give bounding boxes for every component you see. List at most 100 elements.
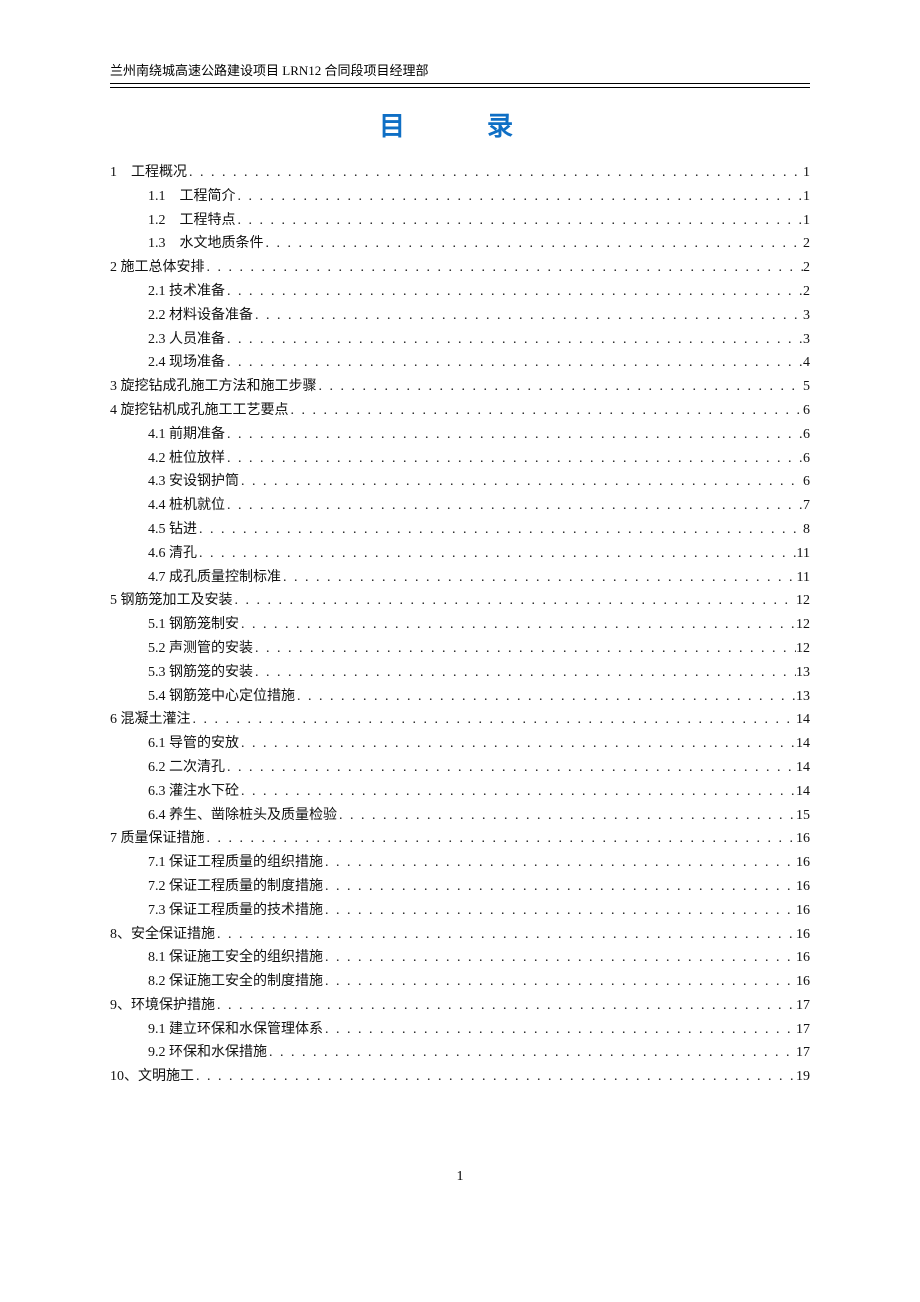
toc-entry: 2.4 现场准备 . . . . . . . . . . . . . . . .…: [110, 351, 810, 375]
toc-entry-page: 2: [803, 256, 810, 280]
toc-entry-page: 12: [796, 589, 810, 613]
toc-entry-page: 3: [803, 328, 810, 352]
toc-leader-dots: . . . . . . . . . . . . . . . . . . . . …: [194, 1065, 796, 1089]
toc-entry-page: 6: [803, 470, 810, 494]
toc-entry-label: 4.5 钻进: [148, 518, 197, 542]
toc-entry-page: 12: [796, 613, 810, 637]
toc-entry-label: 4.4 桩机就位: [148, 494, 225, 518]
toc-entry-label: 10、文明施工: [110, 1065, 194, 1089]
toc-entry-label: 4.2 桩位放样: [148, 447, 225, 471]
toc-leader-dots: . . . . . . . . . . . . . . . . . . . . …: [205, 827, 797, 851]
toc-entry: 8、安全保证措施 . . . . . . . . . . . . . . . .…: [110, 923, 810, 947]
toc-entry: 2.3 人员准备 . . . . . . . . . . . . . . . .…: [110, 328, 810, 352]
running-header: 兰州南绕城高速公路建设项目 LRN12 合同段项目经理部: [110, 60, 810, 79]
toc-entry: 6.3 灌注水下砼 . . . . . . . . . . . . . . . …: [110, 780, 810, 804]
toc-leader-dots: . . . . . . . . . . . . . . . . . . . . …: [253, 661, 796, 685]
toc-entry-label: 4.1 前期准备: [148, 423, 225, 447]
toc-entry-page: 17: [796, 994, 810, 1018]
toc-leader-dots: . . . . . . . . . . . . . . . . . . . . …: [337, 804, 796, 828]
toc-entry-page: 17: [796, 1041, 810, 1065]
toc-entry: 5.1 钢筋笼制安 . . . . . . . . . . . . . . . …: [110, 613, 810, 637]
toc-entry: 6.2 二次清孔 . . . . . . . . . . . . . . . .…: [110, 756, 810, 780]
toc-leader-dots: . . . . . . . . . . . . . . . . . . . . …: [225, 280, 803, 304]
toc-leader-dots: . . . . . . . . . . . . . . . . . . . . …: [267, 1041, 796, 1065]
toc-entry: 4.5 钻进 . . . . . . . . . . . . . . . . .…: [110, 518, 810, 542]
toc-entry-page: 14: [796, 756, 810, 780]
toc-entry-label: 6.1 导管的安放: [148, 732, 239, 756]
toc-entry-page: 16: [796, 875, 810, 899]
toc-entry-page: 16: [796, 946, 810, 970]
toc-entry-label: 2.3 人员准备: [148, 328, 225, 352]
toc-entry: 8.2 保证施工安全的制度措施 . . . . . . . . . . . . …: [110, 970, 810, 994]
toc-entry: 7.1 保证工程质量的组织措施 . . . . . . . . . . . . …: [110, 851, 810, 875]
toc-entry: 5.3 钢筋笼的安装 . . . . . . . . . . . . . . .…: [110, 661, 810, 685]
toc-entry-label: 4.3 安设钢护筒: [148, 470, 239, 494]
toc-entry-page: 3: [803, 304, 810, 328]
toc-entry-label: 1 工程概况: [110, 161, 187, 185]
toc-entry: 7.3 保证工程质量的技术措施 . . . . . . . . . . . . …: [110, 899, 810, 923]
toc-entry-page: 1: [803, 209, 810, 233]
toc-leader-dots: . . . . . . . . . . . . . . . . . . . . …: [253, 637, 796, 661]
toc-entry-label: 4.7 成孔质量控制标准: [148, 566, 281, 590]
toc-entry-page: 16: [796, 970, 810, 994]
toc-entry: 8.1 保证施工安全的组织措施 . . . . . . . . . . . . …: [110, 946, 810, 970]
toc-entry-page: 15: [796, 804, 810, 828]
toc-entry-page: 1: [803, 185, 810, 209]
toc-leader-dots: . . . . . . . . . . . . . . . . . . . . …: [295, 685, 796, 709]
toc-entry: 4.1 前期准备 . . . . . . . . . . . . . . . .…: [110, 423, 810, 447]
toc-entry: 6.1 导管的安放 . . . . . . . . . . . . . . . …: [110, 732, 810, 756]
toc-leader-dots: . . . . . . . . . . . . . . . . . . . . …: [239, 732, 796, 756]
toc-entry: 4.2 桩位放样 . . . . . . . . . . . . . . . .…: [110, 447, 810, 471]
toc-entry-page: 13: [796, 661, 810, 685]
header-rule: [110, 83, 810, 88]
toc-entry: 4 旋挖钻机成孔施工工艺要点 . . . . . . . . . . . . .…: [110, 399, 810, 423]
toc-entry: 6.4 养生、凿除桩头及质量检验 . . . . . . . . . . . .…: [110, 804, 810, 828]
toc-entry-label: 7.1 保证工程质量的组织措施: [148, 851, 323, 875]
toc-entry: 5 钢筋笼加工及安装 . . . . . . . . . . . . . . .…: [110, 589, 810, 613]
toc-entry-label: 9.1 建立环保和水保管理体系: [148, 1018, 323, 1042]
toc-entry-label: 4.6 清孔: [148, 542, 197, 566]
toc-leader-dots: . . . . . . . . . . . . . . . . . . . . …: [317, 375, 804, 399]
toc-entry-label: 7.2 保证工程质量的制度措施: [148, 875, 323, 899]
toc-entry-page: 14: [796, 732, 810, 756]
toc-entry-label: 2 施工总体安排: [110, 256, 205, 280]
toc-entry-page: 11: [797, 566, 810, 590]
toc-entry: 9.1 建立环保和水保管理体系 . . . . . . . . . . . . …: [110, 1018, 810, 1042]
toc-entry: 10、文明施工 . . . . . . . . . . . . . . . . …: [110, 1065, 810, 1089]
toc-entry-label: 2.1 技术准备: [148, 280, 225, 304]
toc-leader-dots: . . . . . . . . . . . . . . . . . . . . …: [289, 399, 804, 423]
toc-entry-page: 2: [803, 280, 810, 304]
toc-entry: 2.1 技术准备 . . . . . . . . . . . . . . . .…: [110, 280, 810, 304]
toc-entry: 9、环境保护措施 . . . . . . . . . . . . . . . .…: [110, 994, 810, 1018]
toc-entry-page: 19: [796, 1065, 810, 1089]
toc-entry-page: 17: [796, 1018, 810, 1042]
toc-entry-label: 9、环境保护措施: [110, 994, 215, 1018]
toc-entry-label: 6 混凝土灌注: [110, 708, 191, 732]
toc-leader-dots: . . . . . . . . . . . . . . . . . . . . …: [281, 566, 797, 590]
toc-leader-dots: . . . . . . . . . . . . . . . . . . . . …: [236, 209, 804, 233]
toc-entry: 1.2 工程特点 . . . . . . . . . . . . . . . .…: [110, 209, 810, 233]
toc-leader-dots: . . . . . . . . . . . . . . . . . . . . …: [323, 899, 796, 923]
toc-entry-page: 12: [796, 637, 810, 661]
toc-title: 目 录: [110, 106, 810, 143]
toc-entry-label: 5.4 钢筋笼中心定位措施: [148, 685, 295, 709]
toc-entry: 1 工程概况 . . . . . . . . . . . . . . . . .…: [110, 161, 810, 185]
toc-entry: 4.4 桩机就位 . . . . . . . . . . . . . . . .…: [110, 494, 810, 518]
toc-leader-dots: . . . . . . . . . . . . . . . . . . . . …: [323, 970, 796, 994]
toc-entry-page: 1: [803, 161, 810, 185]
toc-entry: 4.6 清孔 . . . . . . . . . . . . . . . . .…: [110, 542, 810, 566]
toc-entry-label: 1.1 工程简介: [148, 185, 236, 209]
toc-entry-label: 7.3 保证工程质量的技术措施: [148, 899, 323, 923]
toc-entry-page: 13: [796, 685, 810, 709]
toc-leader-dots: . . . . . . . . . . . . . . . . . . . . …: [225, 756, 796, 780]
page-number: 1: [110, 1169, 810, 1185]
toc-entry-page: 2: [803, 232, 810, 256]
toc-leader-dots: . . . . . . . . . . . . . . . . . . . . …: [253, 304, 803, 328]
toc-leader-dots: . . . . . . . . . . . . . . . . . . . . …: [215, 923, 796, 947]
toc-entry: 2 施工总体安排 . . . . . . . . . . . . . . . .…: [110, 256, 810, 280]
toc-leader-dots: . . . . . . . . . . . . . . . . . . . . …: [323, 875, 796, 899]
toc-entry-label: 5.1 钢筋笼制安: [148, 613, 239, 637]
toc-leader-dots: . . . . . . . . . . . . . . . . . . . . …: [323, 851, 796, 875]
toc-leader-dots: . . . . . . . . . . . . . . . . . . . . …: [191, 708, 797, 732]
toc-entry-label: 2.2 材料设备准备: [148, 304, 253, 328]
